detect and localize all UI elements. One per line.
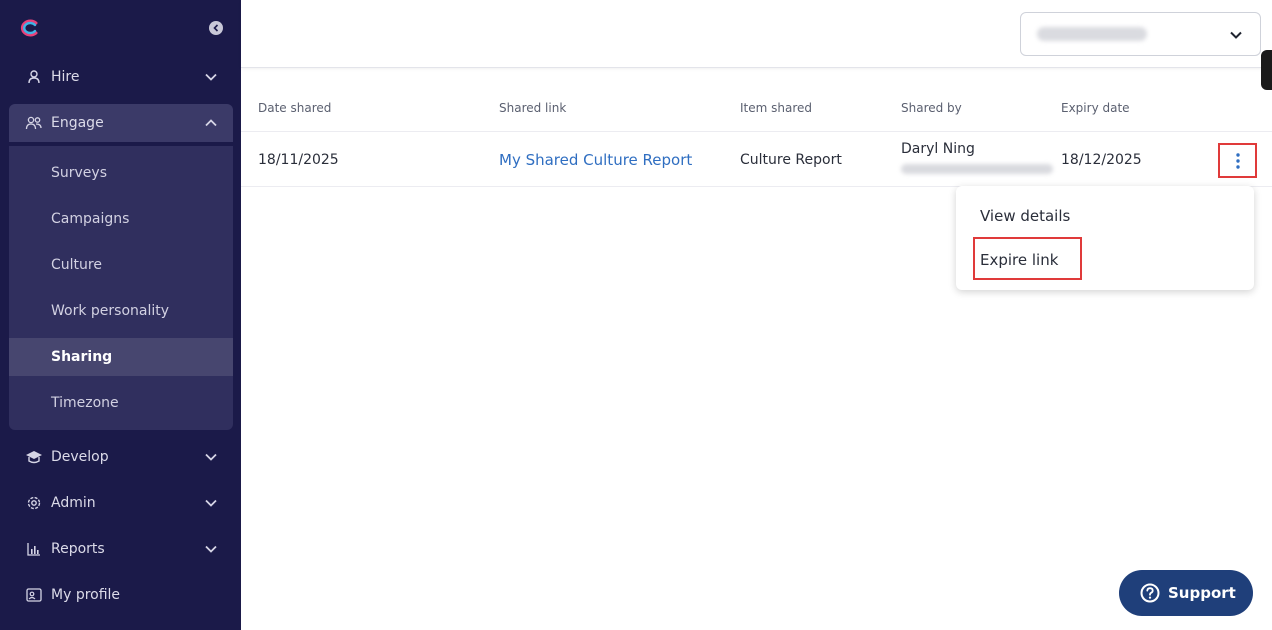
menu-item-expire-link[interactable]: Expire link bbox=[980, 251, 1058, 269]
column-header-expiry-date[interactable]: Expiry date bbox=[1061, 101, 1130, 115]
support-label: Support bbox=[1168, 584, 1236, 602]
menu-item-view-details[interactable]: View details bbox=[980, 207, 1070, 225]
cell-shared-by-name: Daryl Ning bbox=[901, 141, 975, 157]
side-panel-tab[interactable] bbox=[1261, 50, 1272, 90]
gear-icon bbox=[25, 494, 43, 512]
chevron-down-icon bbox=[205, 73, 217, 81]
sidebar-item-label: Develop bbox=[51, 449, 109, 465]
chevron-left-icon bbox=[213, 24, 219, 32]
sidebar-item-label: My profile bbox=[51, 587, 121, 603]
graduation-cap-icon bbox=[25, 448, 43, 466]
sidebar: Hire Engage Surveys Campaigns Culture Wo… bbox=[0, 0, 241, 630]
sidebar-item-label: Reports bbox=[51, 541, 105, 557]
sidebar-item-label: Admin bbox=[51, 495, 96, 511]
bar-chart-icon bbox=[25, 540, 43, 558]
table-row: 18/11/2025 My Shared Culture Report Cult… bbox=[241, 133, 1272, 187]
sidebar-subitem-work-personality[interactable]: Work personality bbox=[9, 292, 233, 330]
column-header-shared-by[interactable]: Shared by bbox=[901, 101, 962, 115]
sidebar-subitem-surveys[interactable]: Surveys bbox=[9, 154, 233, 192]
chevron-down-icon bbox=[205, 545, 217, 553]
column-header-item-shared[interactable]: Item shared bbox=[740, 101, 812, 115]
sidebar-item-hire[interactable]: Hire bbox=[9, 58, 233, 96]
sidebar-subitem-timezone[interactable]: Timezone bbox=[9, 384, 233, 422]
more-vertical-icon bbox=[1235, 152, 1240, 169]
row-actions-menu: View details Expire link bbox=[956, 186, 1254, 290]
column-header-shared-link[interactable]: Shared link bbox=[499, 101, 566, 115]
organization-select[interactable] bbox=[1020, 12, 1261, 56]
chevron-down-icon bbox=[205, 453, 217, 461]
sidebar-subitem-sharing[interactable]: Sharing bbox=[9, 338, 233, 376]
sidebar-item-my-profile[interactable]: My profile bbox=[9, 576, 233, 614]
chevron-down-icon bbox=[1230, 31, 1242, 39]
collapse-sidebar-button[interactable] bbox=[209, 21, 223, 35]
support-button[interactable]: Support bbox=[1119, 570, 1253, 616]
person-icon bbox=[25, 68, 43, 86]
id-card-icon bbox=[25, 586, 43, 604]
redacted-organization-name bbox=[1037, 27, 1147, 41]
sidebar-subitem-campaigns[interactable]: Campaigns bbox=[9, 200, 233, 238]
help-circle-icon bbox=[1140, 583, 1160, 603]
engage-submenu: Surveys Campaigns Culture Work personali… bbox=[9, 146, 233, 430]
row-actions-button[interactable] bbox=[1218, 143, 1257, 178]
redacted-shared-by-email bbox=[901, 164, 1053, 174]
sidebar-item-engage[interactable]: Engage bbox=[9, 104, 233, 142]
sidebar-item-label: Engage bbox=[51, 115, 104, 131]
top-header bbox=[241, 0, 1272, 68]
sidebar-item-admin[interactable]: Admin bbox=[9, 484, 233, 522]
sidebar-item-label: Hire bbox=[51, 69, 80, 85]
chevron-up-icon bbox=[205, 119, 217, 127]
column-header-date-shared[interactable]: Date shared bbox=[258, 101, 331, 115]
table-header: Date shared Shared link Item shared Shar… bbox=[241, 88, 1272, 132]
chevron-down-icon bbox=[205, 499, 217, 507]
app-logo-icon[interactable] bbox=[18, 18, 40, 38]
shared-link[interactable]: My Shared Culture Report bbox=[499, 151, 692, 169]
people-icon bbox=[25, 114, 43, 132]
cell-expiry-date: 18/12/2025 bbox=[1061, 152, 1142, 168]
sidebar-item-develop[interactable]: Develop bbox=[9, 438, 233, 476]
sidebar-item-reports[interactable]: Reports bbox=[9, 530, 233, 568]
sidebar-subitem-culture[interactable]: Culture bbox=[9, 246, 233, 284]
cell-item-shared: Culture Report bbox=[740, 152, 842, 168]
cell-date-shared: 18/11/2025 bbox=[258, 152, 339, 168]
